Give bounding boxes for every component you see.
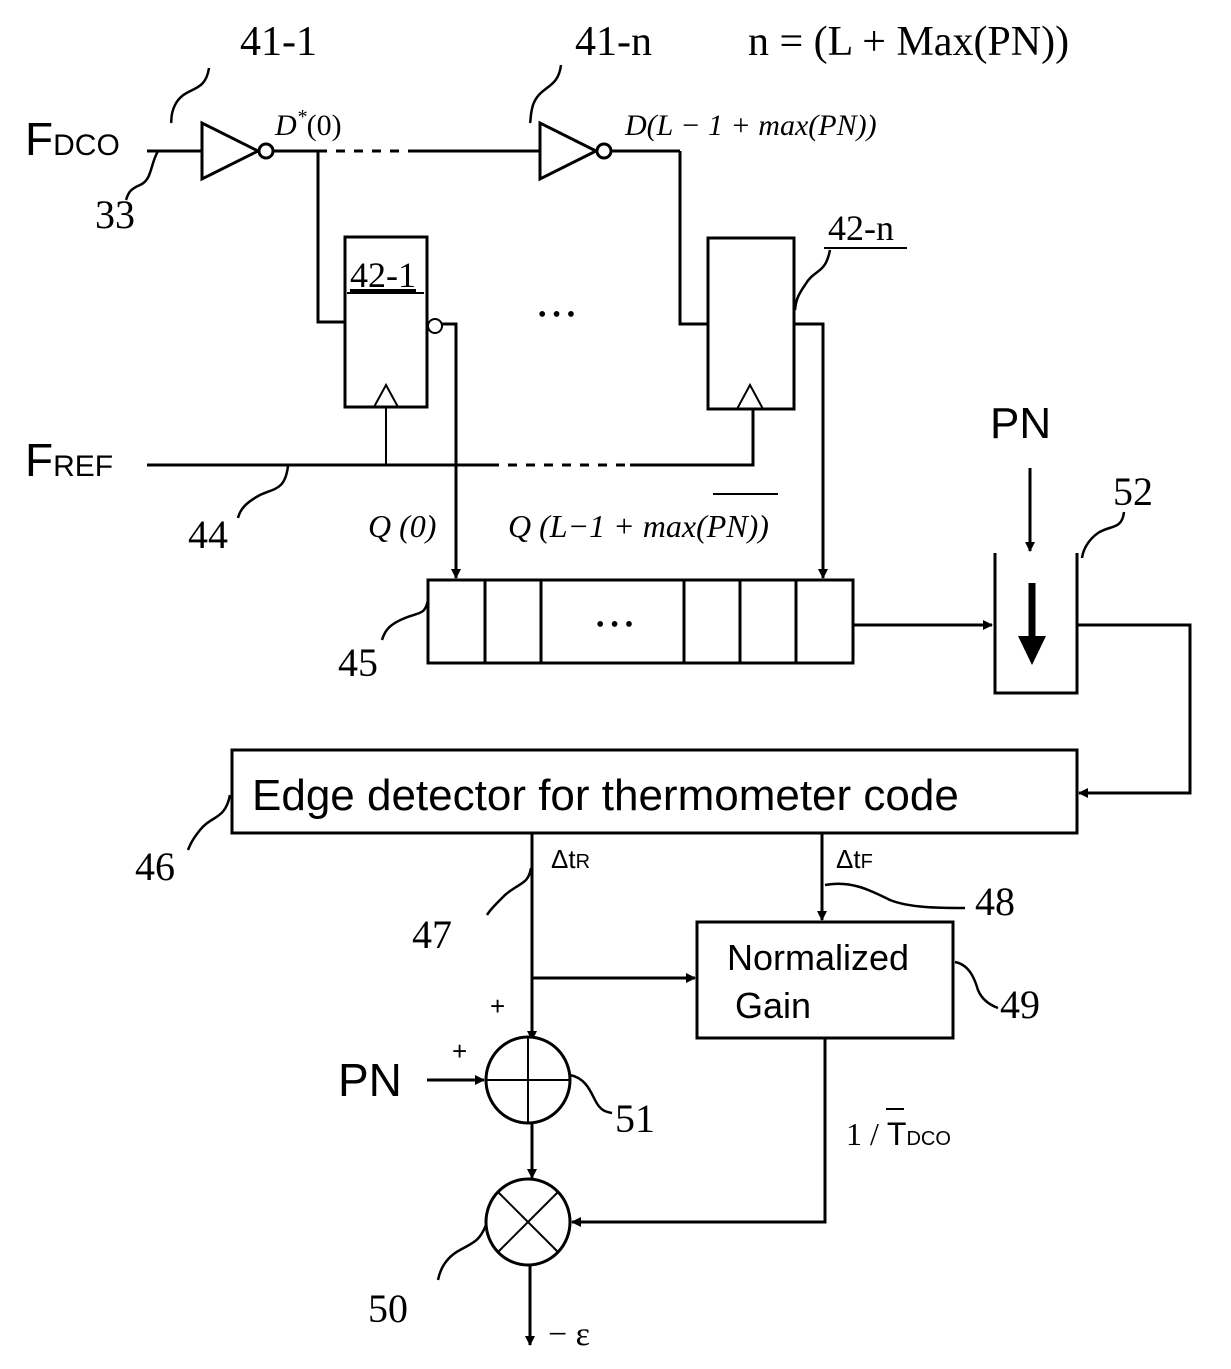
edge-detector-label: Edge detector for thermometer code — [252, 771, 959, 820]
flipflop-42-n — [706, 236, 796, 411]
ff-ellipsis: ••• — [538, 302, 581, 328]
q0-label: Q (0) — [368, 508, 436, 544]
pn-block-52 — [993, 553, 1079, 695]
fdco-label: FDCO — [25, 113, 120, 165]
pn-left-label: PN — [338, 1054, 402, 1106]
d0-to-ff1-wire — [316, 151, 345, 324]
leader-41-n — [528, 64, 563, 124]
ref-46-label: 46 — [135, 844, 175, 889]
normalized-gain-line1: Normalized — [727, 937, 909, 978]
pn-to-edge-detector-wire — [1077, 623, 1192, 798]
ref-50-label: 50 — [368, 1286, 408, 1331]
flipflop-42-1: 42-1 — [343, 235, 443, 409]
flipflop-body — [706, 236, 796, 411]
inverter-bubble — [595, 142, 613, 160]
inverter-41-n — [538, 120, 613, 182]
plus-left-sign: + — [452, 1036, 467, 1066]
dtf-label: ΔtF — [836, 844, 873, 874]
ref-41-1-label: 41-1 — [240, 19, 317, 65]
ref-51-label: 51 — [615, 1096, 655, 1141]
dtr-label: ΔtR — [551, 844, 590, 874]
ref-49-label: 49 — [1000, 982, 1040, 1027]
leader-47 — [485, 867, 533, 916]
leader-44 — [236, 465, 290, 519]
ref-52-label: 52 — [1113, 469, 1153, 514]
normalized-gain-line2: Gain — [735, 985, 811, 1026]
qn-wire — [794, 322, 828, 579]
ref-44-label: 44 — [188, 512, 228, 557]
register-body — [426, 578, 855, 665]
fref-to-ffn-wire — [630, 409, 755, 467]
equation-label: n = (L + Max(PN)) — [748, 19, 1069, 65]
output-epsilon-label: − ε — [548, 1316, 590, 1353]
plus-top-sign: + — [490, 991, 505, 1021]
gain-to-multiplier-wire — [571, 1038, 827, 1227]
circuit-diagram: 41-1 41-n n = (L + Max(PN)) FDCO 33 D*(0… — [25, 19, 1192, 1353]
leader-42-n — [793, 249, 832, 311]
inverter-bubble — [257, 142, 275, 160]
adder-51 — [484, 1035, 572, 1125]
leader-48 — [824, 882, 966, 910]
edge-detector-46: Edge detector for thermometer code — [230, 748, 1079, 835]
register-45: ••• — [426, 578, 855, 665]
tdco-label: 1 / TDCO — [846, 1116, 951, 1152]
fref-label: FREF — [25, 434, 113, 486]
qn-label: Q (L−1 + max(PN)) — [508, 508, 769, 544]
ref-41-n-label: 41-n — [575, 19, 652, 65]
leader-45 — [380, 599, 430, 641]
ref-42-1-label: 42-1 — [350, 255, 416, 295]
pn-block-body — [993, 553, 1079, 695]
normalized-gain-49: Normalized Gain — [695, 920, 955, 1040]
leader-51 — [569, 1073, 613, 1115]
ref-42-n-label: 42-n — [828, 208, 894, 248]
leader-52 — [1080, 511, 1126, 559]
leader-41-1 — [169, 67, 211, 124]
ref-47-label: 47 — [412, 912, 452, 957]
inverter-triangle — [538, 120, 600, 182]
inverter-41-1 — [200, 120, 275, 182]
dn-label: D(L − 1 + max(PN)) — [624, 109, 877, 142]
ref-48-label: 48 — [975, 879, 1015, 924]
dn-to-ffn-wire — [678, 151, 708, 326]
leader-49 — [954, 960, 999, 1010]
pn-top-label: PN — [990, 399, 1051, 448]
d0-label: D*(0) — [274, 106, 342, 142]
pn-down-arrow-head — [1018, 636, 1046, 665]
leader-46 — [186, 794, 232, 851]
inverter-triangle — [200, 120, 262, 182]
multiplier-50 — [484, 1177, 572, 1267]
register-ellipsis: ••• — [596, 612, 639, 638]
ref-33-label: 33 — [95, 192, 135, 237]
qbar-bubble — [427, 318, 443, 334]
ref-45-label: 45 — [338, 640, 378, 685]
leader-50 — [436, 1224, 488, 1281]
q0-wire — [442, 322, 461, 579]
